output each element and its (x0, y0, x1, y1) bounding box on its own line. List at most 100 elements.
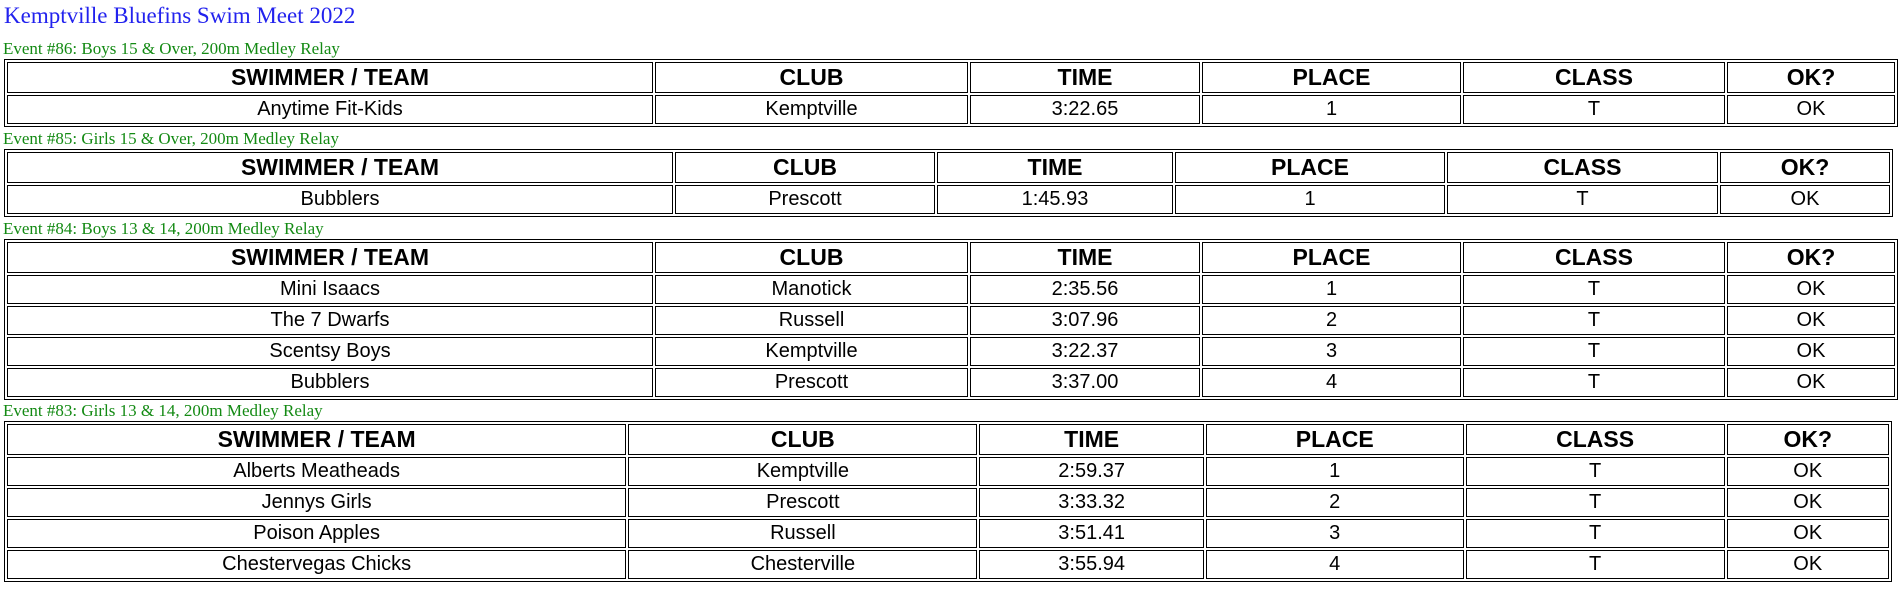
column-header: SWIMMER / TEAM (7, 152, 673, 183)
column-header: TIME (970, 62, 1200, 93)
table-cell: 3:07.96 (970, 306, 1200, 335)
results-table: SWIMMER / TEAM CLUB TIME PLACE CLASS OK? Anyti… (4, 59, 1898, 127)
event-title: Event #84: Boys 13 & 14, 200m Medley Rel… (3, 219, 324, 238)
table-cell: Jennys Girls (7, 488, 627, 517)
table-cell: 3:22.65 (970, 95, 1200, 124)
header-row: SWIMMER / TEAM CLUB TIME PLACE CLASS OK? (7, 152, 1890, 183)
column-header: PLACE (1202, 242, 1461, 273)
column-header: TIME (979, 424, 1204, 455)
table-cell: 4 (1202, 368, 1461, 397)
table-cell: OK (1727, 275, 1895, 304)
table-cell: 3 (1205, 519, 1464, 548)
table-cell: T (1447, 185, 1718, 214)
table-cell: Prescott (655, 368, 968, 397)
page-title: Kemptville Bluefins Swim Meet 2022 (4, 3, 356, 28)
table-cell: OK (1727, 337, 1895, 366)
table-cell: T (1463, 95, 1725, 124)
table-cell: The 7 Dwarfs (7, 306, 653, 335)
table-cell: Prescott (675, 185, 935, 214)
column-header: OK? (1720, 152, 1890, 183)
column-header: SWIMMER / TEAM (7, 424, 627, 455)
table-cell: 3:22.37 (970, 337, 1200, 366)
table-cell: 1 (1205, 457, 1464, 486)
table-cell: Scentsy Boys (7, 337, 653, 366)
event-block: Event #83: Girls 13 & 14, 200m Medley Re… (0, 401, 1895, 582)
table-cell: Russell (655, 306, 968, 335)
table-cell: T (1463, 368, 1725, 397)
table-row: The 7 Dwarfs Russell 3:07.96 2 T OK (7, 306, 1895, 335)
column-header: OK? (1727, 242, 1895, 273)
table-cell: 2 (1202, 306, 1461, 335)
table-cell: T (1465, 519, 1725, 548)
table-cell: OK (1727, 306, 1895, 335)
table-row: Scentsy Boys Kemptville 3:22.37 3 T OK (7, 337, 1895, 366)
table-cell: 1 (1202, 95, 1461, 124)
table-cell: Poison Apples (7, 519, 627, 548)
table-row: Mini Isaacs Manotick 2:35.56 1 T OK (7, 275, 1895, 304)
table-cell: T (1465, 457, 1725, 486)
table-cell: 1:45.93 (937, 185, 1173, 214)
results-table: SWIMMER / TEAM CLUB TIME PLACE CLASS OK? Mini … (4, 239, 1898, 400)
table-cell: Kemptville (655, 337, 968, 366)
table-row: Poison Apples Russell 3:51.41 3 T OK (7, 519, 1889, 548)
column-header: CLUB (655, 242, 968, 273)
table-cell: T (1465, 488, 1725, 517)
header-row: SWIMMER / TEAM CLUB TIME PLACE CLASS OK? (7, 242, 1895, 273)
table-cell: OK (1727, 368, 1895, 397)
table-cell: OK (1726, 550, 1889, 579)
event-title: Event #86: Boys 15 & Over, 200m Medley R… (3, 39, 340, 58)
column-header: CLUB (675, 152, 935, 183)
table-row: Chestervegas Chicks Chesterville 3:55.94 4 T… (7, 550, 1889, 579)
column-header: PLACE (1205, 424, 1464, 455)
event-block: Event #84: Boys 13 & 14, 200m Medley Rel… (0, 219, 1898, 400)
table-cell: Prescott (628, 488, 978, 517)
results-table: SWIMMER / TEAM CLUB TIME PLACE CLASS OK? Alber… (4, 421, 1892, 582)
results-table: SWIMMER / TEAM CLUB TIME PLACE CLASS OK? Bubbl… (4, 149, 1893, 217)
table-cell: 3:55.94 (979, 550, 1204, 579)
table-cell: Manotick (655, 275, 968, 304)
event-block: Event #85: Girls 15 & Over, 200m Medley … (0, 129, 1895, 217)
table-cell: Russell (628, 519, 978, 548)
table-cell: OK (1726, 457, 1889, 486)
table-row: Bubblers Prescott 3:37.00 4 T OK (7, 368, 1895, 397)
column-header: PLACE (1202, 62, 1461, 93)
column-header: CLUB (655, 62, 968, 93)
table-cell: 1 (1175, 185, 1445, 214)
table-cell: OK (1726, 519, 1889, 548)
table-cell: T (1463, 306, 1725, 335)
table-cell: 3:33.32 (979, 488, 1204, 517)
table-cell: Kemptville (628, 457, 978, 486)
table-row: Bubblers Prescott 1:45.93 1 T OK (7, 185, 1890, 214)
column-header: SWIMMER / TEAM (7, 62, 653, 93)
table-cell: Anytime Fit-Kids (7, 95, 653, 124)
table-cell: T (1465, 550, 1725, 579)
table-row: Alberts Meatheads Kemptville 2:59.37 1 T OK (7, 457, 1889, 486)
table-cell: OK (1720, 185, 1890, 214)
column-header: TIME (970, 242, 1200, 273)
table-row: Anytime Fit-Kids Kemptville 3:22.65 1 T OK (7, 95, 1895, 124)
table-cell: Mini Isaacs (7, 275, 653, 304)
table-row: Jennys Girls Prescott 3:33.32 2 T OK (7, 488, 1889, 517)
column-header: CLASS (1465, 424, 1725, 455)
event-title: Event #83: Girls 13 & 14, 200m Medley Re… (3, 401, 323, 420)
header-row: SWIMMER / TEAM CLUB TIME PLACE CLASS OK? (7, 424, 1889, 455)
table-cell: 4 (1205, 550, 1464, 579)
column-header: SWIMMER / TEAM (7, 242, 653, 273)
event-block: Event #86: Boys 15 & Over, 200m Medley R… (0, 39, 1898, 127)
table-cell: 3:51.41 (979, 519, 1204, 548)
table-cell: Alberts Meatheads (7, 457, 627, 486)
event-title: Event #85: Girls 15 & Over, 200m Medley … (3, 129, 339, 148)
table-cell: 3 (1202, 337, 1461, 366)
column-header: OK? (1727, 62, 1895, 93)
table-cell: Chestervegas Chicks (7, 550, 627, 579)
column-header: TIME (937, 152, 1173, 183)
column-header: OK? (1726, 424, 1889, 455)
table-cell: T (1463, 275, 1725, 304)
table-cell: OK (1727, 95, 1895, 124)
column-header: CLASS (1447, 152, 1718, 183)
column-header: PLACE (1175, 152, 1445, 183)
table-cell: Bubblers (7, 185, 673, 214)
column-header: CLASS (1463, 242, 1725, 273)
table-cell: 3:37.00 (970, 368, 1200, 397)
column-header: CLUB (628, 424, 978, 455)
